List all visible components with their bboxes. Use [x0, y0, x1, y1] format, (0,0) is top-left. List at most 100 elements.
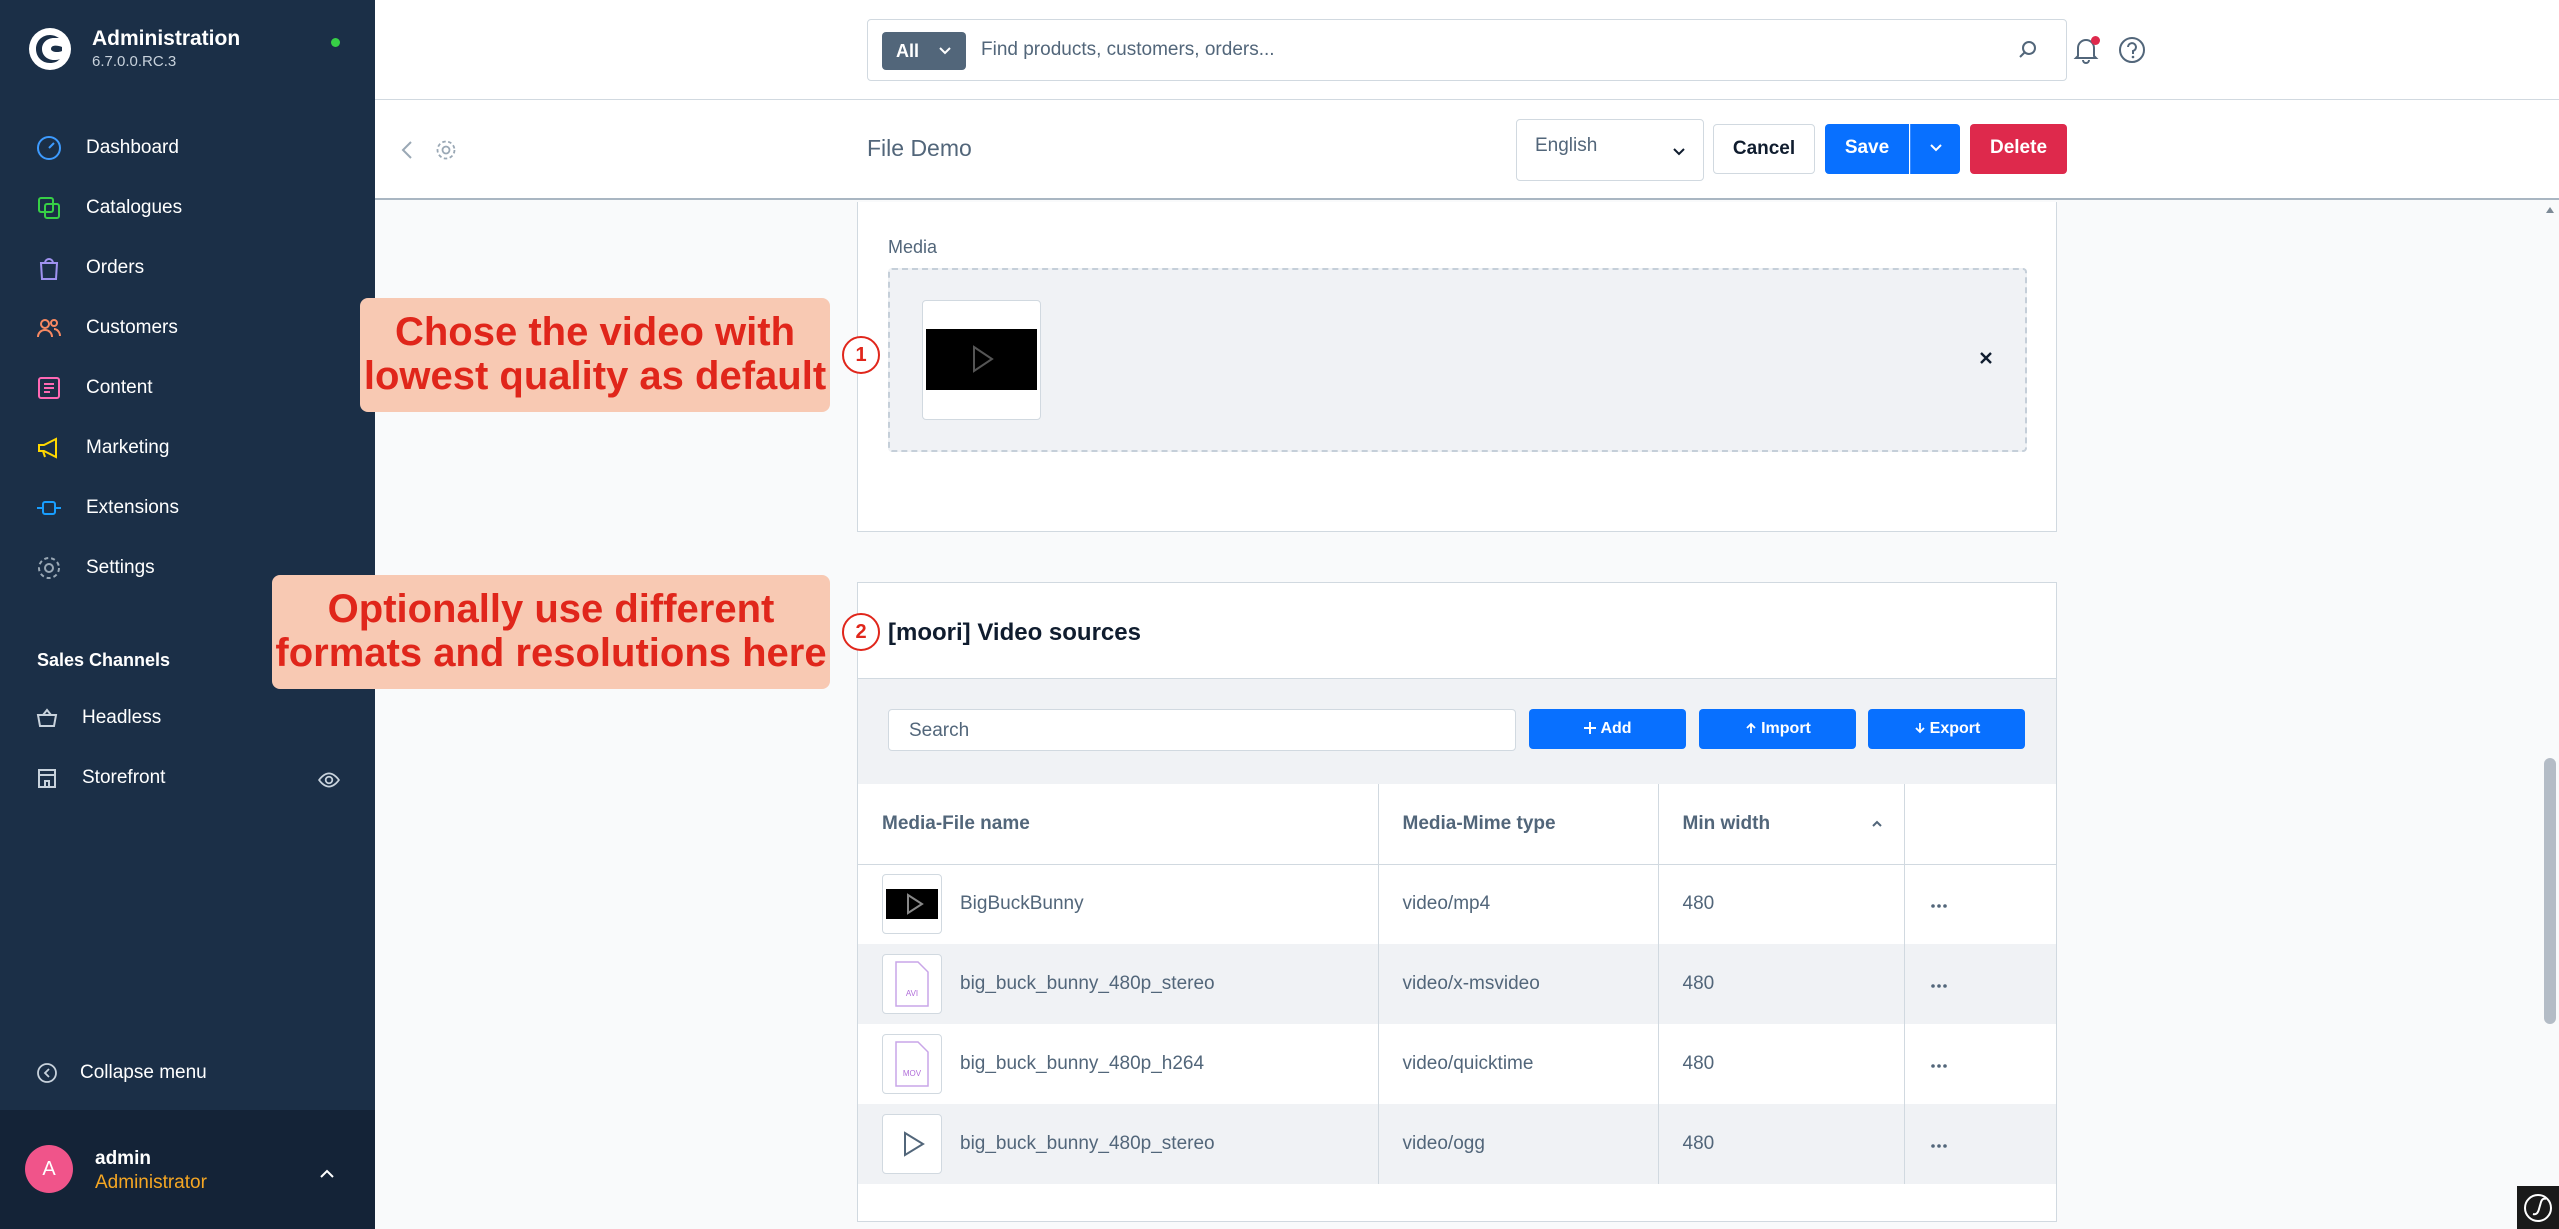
annotation-callout-default-video: Chose the video with lowest quality as d… [360, 298, 830, 412]
nav-item-orders[interactable]: Orders [0, 238, 375, 298]
play-icon [973, 345, 994, 373]
avatar: A [25, 1145, 73, 1193]
sales-channel-headless[interactable]: Headless [0, 688, 375, 748]
add-label: Add [1600, 720, 1632, 737]
more-actions-icon[interactable] [1929, 983, 1949, 989]
table-header-row: Media-File name Media-Mime type Min widt… [858, 784, 2056, 865]
delete-button[interactable]: Delete [1970, 124, 2067, 174]
user-name: admin [95, 1148, 151, 1169]
megaphone-icon [38, 437, 57, 459]
back-arrow-icon[interactable] [400, 140, 414, 160]
search-type-select[interactable]: All [882, 32, 966, 70]
user-menu[interactable]: A admin Administrator [0, 1110, 375, 1229]
upload-icon [1746, 722, 1756, 733]
cancel-button[interactable]: Cancel [1713, 124, 1815, 174]
collapse-label: Collapse menu [80, 1062, 207, 1083]
nav-item-customers[interactable]: Customers [0, 298, 375, 358]
global-search: All [867, 19, 2067, 81]
add-button[interactable]: Add [1529, 709, 1686, 749]
more-actions-icon[interactable] [1929, 1063, 1949, 1069]
grid-toolbar: Search Add Import Export [858, 679, 2056, 784]
plug-icon [37, 501, 61, 515]
min-width: 480 [1658, 944, 1905, 1024]
search-icon[interactable] [2016, 38, 2040, 62]
media-dropzone[interactable] [888, 268, 2027, 452]
close-icon[interactable] [1977, 349, 1995, 367]
nav-item-dashboard[interactable]: Dashboard [0, 118, 375, 178]
nav-label: Settings [86, 557, 155, 578]
nav-item-catalogues[interactable]: Catalogues [0, 178, 375, 238]
import-label: Import [1761, 720, 1811, 737]
smart-bar: File Demo English Cancel Save Delete [375, 100, 2559, 200]
top-bar: All [375, 0, 2559, 100]
catalogue-icon [38, 197, 60, 219]
sales-channel-storefront[interactable]: Storefront [0, 748, 375, 808]
app-version: 6.7.0.0.RC.3 [92, 53, 177, 70]
scrollbar-thumb[interactable] [2544, 758, 2556, 1024]
sales-channel-list: Headless Storefront [0, 688, 375, 808]
nav-label: Content [86, 377, 153, 398]
sales-channels-heading: Sales Channels [37, 650, 171, 670]
media-label: Media [888, 237, 938, 257]
nav-label: Marketing [86, 437, 170, 458]
app-title: Administration [92, 27, 241, 50]
table-row[interactable]: AVI big_buck_bunny_480p_stereo video/x-ms… [858, 944, 2056, 1024]
table-row[interactable]: MOV big_buck_bunny_480p_h264 video/quickt… [858, 1024, 2056, 1104]
language-switch[interactable]: English [1516, 119, 1704, 181]
table-row[interactable]: BigBuckBunny video/mp4 480 [858, 864, 2056, 944]
min-width: 480 [1658, 1104, 1905, 1184]
file-ext: AVI [906, 989, 918, 998]
search-input[interactable] [981, 20, 1981, 80]
media-preview[interactable] [922, 300, 1041, 420]
download-icon [1915, 723, 1925, 734]
brand[interactable]: Administration 6.7.0.0.RC.3 [28, 26, 240, 72]
more-actions-icon[interactable] [1929, 1143, 1949, 1149]
gauge-icon [37, 136, 61, 160]
column-header-mime[interactable]: Media-Mime type [1378, 784, 1659, 865]
chevron-up-icon [320, 1169, 334, 1178]
storefront-icon [38, 769, 56, 788]
collapse-menu-button[interactable]: Collapse menu [36, 1062, 207, 1084]
nav-item-extensions[interactable]: Extensions [0, 478, 375, 538]
eye-icon[interactable] [318, 769, 340, 791]
nav-label: Catalogues [86, 197, 183, 218]
media-card: Media [857, 202, 2057, 532]
more-actions-icon[interactable] [1929, 903, 1949, 909]
scrollbar[interactable] [2541, 202, 2559, 1229]
import-button[interactable]: Import [1699, 709, 1856, 749]
plus-icon [1584, 722, 1597, 734]
export-button[interactable]: Export [1868, 709, 2025, 749]
content-icon [38, 377, 60, 399]
channel-label: Headless [82, 707, 162, 728]
column-label: Min width [1682, 812, 1771, 834]
grid-search-input[interactable]: Search [888, 709, 1516, 751]
bag-icon [39, 258, 59, 280]
nav-item-marketing[interactable]: Marketing [0, 418, 375, 478]
video-sources-card: [moori] Video sources Search Add Import … [857, 582, 2057, 1222]
column-header-actions [1904, 784, 2056, 865]
save-options-button[interactable] [1910, 124, 1960, 174]
symfony-toolbar-icon[interactable] [2517, 1186, 2559, 1229]
nav-label: Customers [86, 317, 178, 338]
column-header-name[interactable]: Media-File name [858, 784, 1379, 865]
symfony-logo-icon [2524, 1194, 2552, 1222]
annotation-badge: 1 [842, 336, 880, 374]
table-row[interactable]: big_buck_bunny_480p_stereo video/ogg 480 [858, 1104, 2056, 1184]
column-header-min-width[interactable]: Min width [1658, 784, 1905, 865]
settings-gear-icon[interactable] [435, 139, 457, 161]
file-name: big_buck_bunny_480p_h264 [960, 1053, 1205, 1074]
nav-label: Extensions [86, 497, 179, 518]
video-thumbnail [926, 329, 1037, 390]
min-width: 480 [1658, 1024, 1905, 1104]
save-button[interactable]: Save [1825, 124, 1909, 174]
scroll-up-icon[interactable] [2545, 206, 2555, 214]
users-icon [37, 319, 61, 338]
play-icon [882, 1114, 942, 1174]
file-ext: MOV [903, 1069, 922, 1078]
help-icon[interactable] [2118, 36, 2146, 64]
basket-icon [36, 708, 58, 727]
chevron-down-icon [939, 47, 951, 55]
shopware-logo-icon [29, 28, 71, 70]
nav-item-content[interactable]: Content [0, 358, 375, 418]
mime-type: video/x-msvideo [1378, 944, 1659, 1024]
